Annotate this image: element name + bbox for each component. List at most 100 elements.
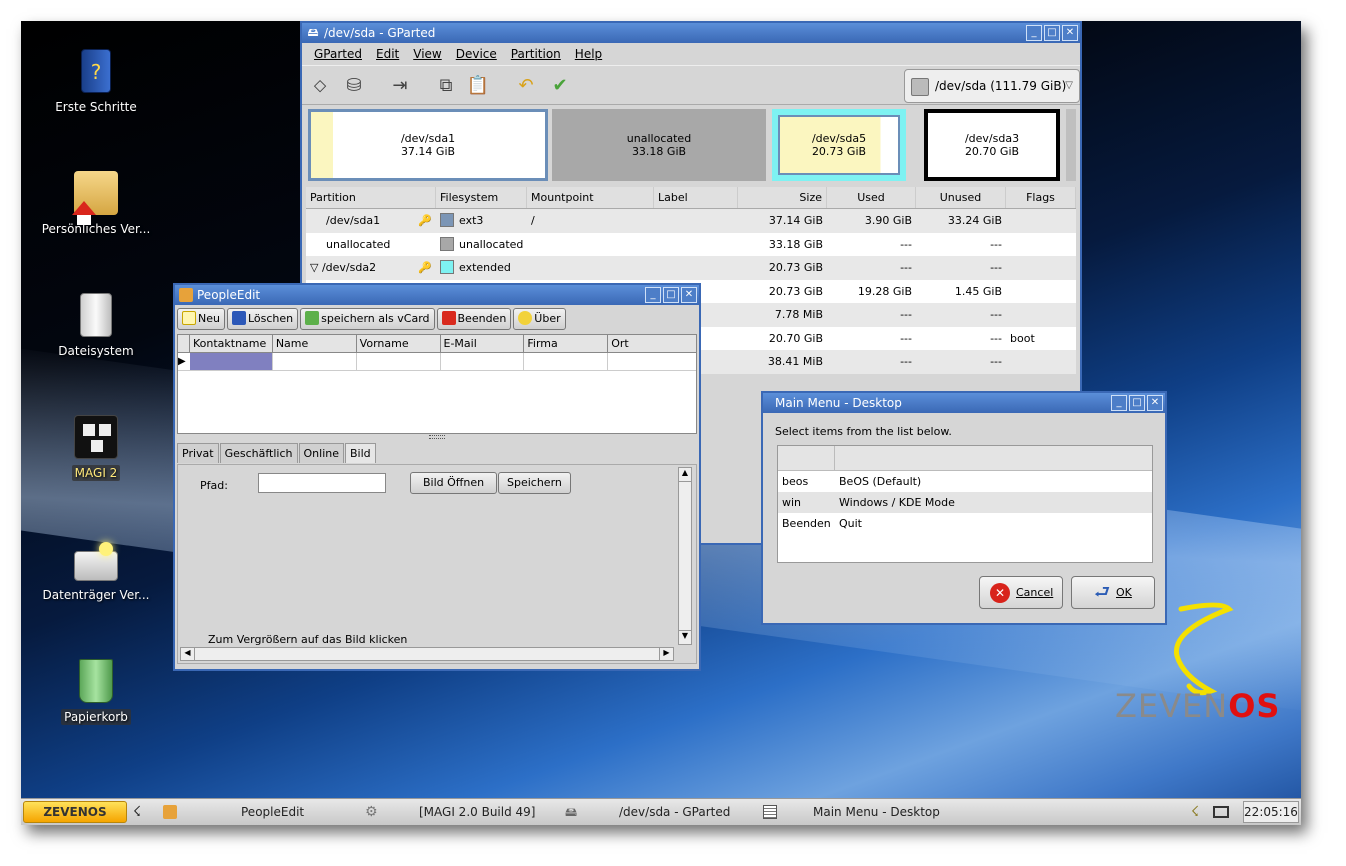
col-mountpoint[interactable]: Mountpoint — [527, 187, 654, 208]
horizontal-scrollbar[interactable]: ◀ ▶ — [180, 647, 674, 661]
apply-icon[interactable]: ✔ — [548, 74, 572, 98]
resize-move-icon[interactable]: ⇥ — [388, 74, 412, 98]
cell-firma[interactable] — [524, 353, 609, 370]
scroll-down-icon[interactable]: ▼ — [679, 630, 691, 644]
clock[interactable]: 22:05:16 — [1243, 801, 1299, 823]
beenden-button[interactable]: Beenden — [436, 308, 512, 330]
minimize-button[interactable]: _ — [645, 287, 661, 303]
desktop-icon-dateisystem[interactable]: Dateisystem — [31, 293, 161, 359]
magi-icon — [74, 415, 118, 459]
menu-edit[interactable]: Edit — [376, 47, 399, 61]
neu-button[interactable]: Neu — [177, 308, 225, 330]
tab-geschaeftlich[interactable]: Geschäftlich — [219, 443, 298, 463]
task-magi[interactable]: [MAGI 2.0 Build 49] — [419, 799, 535, 825]
col-flags[interactable]: Flags — [1006, 187, 1076, 208]
close-button[interactable]: ✕ — [681, 287, 697, 303]
task-peopleedit[interactable]: PeopleEdit — [241, 799, 304, 825]
col-kontaktname[interactable]: Kontaktname — [190, 335, 273, 352]
mainmenu-item-desc: Quit — [839, 517, 862, 530]
mainmenu-item[interactable]: win Windows / KDE Mode — [778, 492, 1152, 513]
close-button[interactable]: ✕ — [1147, 395, 1163, 411]
desktop-icon-datentraeger[interactable]: Datenträger Ver... — [31, 537, 161, 603]
scroll-right-icon[interactable]: ▶ — [659, 648, 673, 660]
partition-row[interactable]: unallocated unallocated 33.18 GiB --- --- — [306, 233, 1076, 257]
map-sda5[interactable]: /dev/sda5 20.73 GiB — [772, 109, 906, 181]
map-unallocated[interactable]: unallocated 33.18 GiB — [552, 109, 766, 181]
maximize-button[interactable]: □ — [663, 287, 679, 303]
map-sda3[interactable]: /dev/sda3 20.70 GiB — [924, 109, 1060, 181]
expander-icon[interactable]: ▽ — [310, 261, 322, 274]
cell-used: 19.28 GiB — [857, 284, 912, 298]
desktop-icon-magi[interactable]: MAGI 2 — [31, 415, 161, 481]
tab-privat[interactable]: Privat — [177, 443, 219, 463]
cell-flags — [1006, 303, 1076, 327]
mainmenu-titlebar[interactable]: Main Menu - Desktop _ □ ✕ — [763, 393, 1165, 413]
col-partition[interactable]: Partition — [306, 187, 436, 208]
cell-email[interactable] — [441, 353, 525, 370]
col-name[interactable]: Name — [273, 335, 357, 352]
close-button[interactable]: ✕ — [1062, 25, 1078, 41]
desktop-icon-erste-schritte[interactable]: ? Erste Schritte — [31, 49, 161, 115]
tab-online[interactable]: Online — [298, 443, 344, 463]
tab-bild[interactable]: Bild — [345, 443, 376, 463]
col-size[interactable]: Size — [738, 187, 827, 208]
maximize-button[interactable]: □ — [1129, 395, 1145, 411]
task-mainmenu[interactable]: Main Menu - Desktop — [813, 799, 940, 825]
loeschen-button[interactable]: Löschen — [226, 308, 299, 330]
col-email[interactable]: E-Mail — [441, 335, 525, 352]
pfad-input[interactable] — [258, 473, 386, 493]
tray-display-icon[interactable] — [1213, 799, 1229, 825]
cell-ort[interactable] — [608, 353, 696, 370]
menu-partition[interactable]: Partition — [511, 47, 561, 61]
vertical-scrollbar[interactable]: ▲ ▼ — [678, 467, 692, 645]
bild-oeffnen-button[interactable]: Bild Öffnen — [410, 472, 498, 494]
col-unused[interactable]: Unused — [916, 187, 1006, 208]
contacts-grid-row[interactable]: ▶ — [178, 353, 696, 371]
desktop: ? Erste Schritte Persönliches Ver... Dat… — [21, 21, 1301, 825]
maximize-button[interactable]: □ — [1044, 25, 1060, 41]
speichern-button[interactable]: Speichern — [498, 472, 571, 494]
scroll-left-icon[interactable]: ◀ — [181, 648, 195, 660]
splitter-handle[interactable] — [429, 435, 445, 439]
map-sda1[interactable]: /dev/sda1 37.14 GiB — [308, 109, 548, 181]
ok-button[interactable]: ⮐ OK — [1071, 576, 1155, 609]
col-used[interactable]: Used — [827, 187, 916, 208]
vcard-button[interactable]: speichern als vCard — [300, 308, 435, 330]
col-vorname[interactable]: Vorname — [357, 335, 441, 352]
undo-icon[interactable]: ↶ — [514, 74, 538, 98]
mainmenu-item[interactable]: beos BeOS (Default) — [778, 471, 1152, 492]
partition-row[interactable]: ▽ /dev/sda2 🔑 extended 20.73 GiB --- --- — [306, 256, 1076, 280]
gparted-titlebar[interactable]: 🖴 /dev/sda - GParted _ □ ✕ — [302, 23, 1080, 43]
col-label[interactable]: Label — [654, 187, 738, 208]
desktop-icon-papierkorb[interactable]: Papierkorb — [31, 659, 161, 725]
menu-view[interactable]: View — [413, 47, 441, 61]
task-gparted[interactable]: /dev/sda - GParted — [619, 799, 730, 825]
ueber-button[interactable]: Über — [513, 308, 566, 330]
peopleedit-titlebar[interactable]: PeopleEdit _ □ ✕ — [175, 285, 699, 305]
col-ort[interactable]: Ort — [608, 335, 696, 352]
paste-icon[interactable]: 📋 — [466, 74, 490, 98]
start-button[interactable]: ZEVENOS — [23, 801, 127, 823]
cell-name[interactable] — [273, 353, 357, 370]
minimize-button[interactable]: _ — [1026, 25, 1042, 41]
exit-icon — [441, 311, 456, 325]
col-filesystem[interactable]: Filesystem — [436, 187, 527, 208]
cell-vorname[interactable] — [357, 353, 441, 370]
mainmenu-item[interactable]: Beenden Quit — [778, 513, 1152, 534]
menu-help[interactable]: Help — [575, 47, 602, 61]
desktop-icon-persoenlich[interactable]: Persönliches Ver... — [31, 171, 161, 237]
menu-device[interactable]: Device — [456, 47, 497, 61]
device-selector[interactable]: /dev/sda (111.79 GiB) ▽ — [904, 69, 1080, 103]
tray-clip-icon[interactable]: ☇ — [1191, 799, 1199, 825]
delete-partition-icon[interactable]: ⛁ — [342, 74, 366, 98]
menu-gparted[interactable]: GParted — [314, 47, 362, 61]
col-firma[interactable]: Firma — [524, 335, 609, 352]
new-partition-icon[interactable]: ⬦ — [308, 74, 332, 98]
minimize-button[interactable]: _ — [1111, 395, 1127, 411]
scroll-up-icon[interactable]: ▲ — [679, 468, 691, 482]
cell-kontaktname[interactable] — [189, 353, 273, 370]
quicklaunch-icon[interactable]: ☇ — [133, 799, 141, 825]
cancel-button[interactable]: ✕ Cancel — [979, 576, 1063, 609]
partition-row[interactable]: /dev/sda1 🔑 ext3 / 37.14 GiB 3.90 GiB 33.24 Gi… — [306, 209, 1076, 233]
copy-icon[interactable]: ⧉ — [434, 74, 458, 98]
